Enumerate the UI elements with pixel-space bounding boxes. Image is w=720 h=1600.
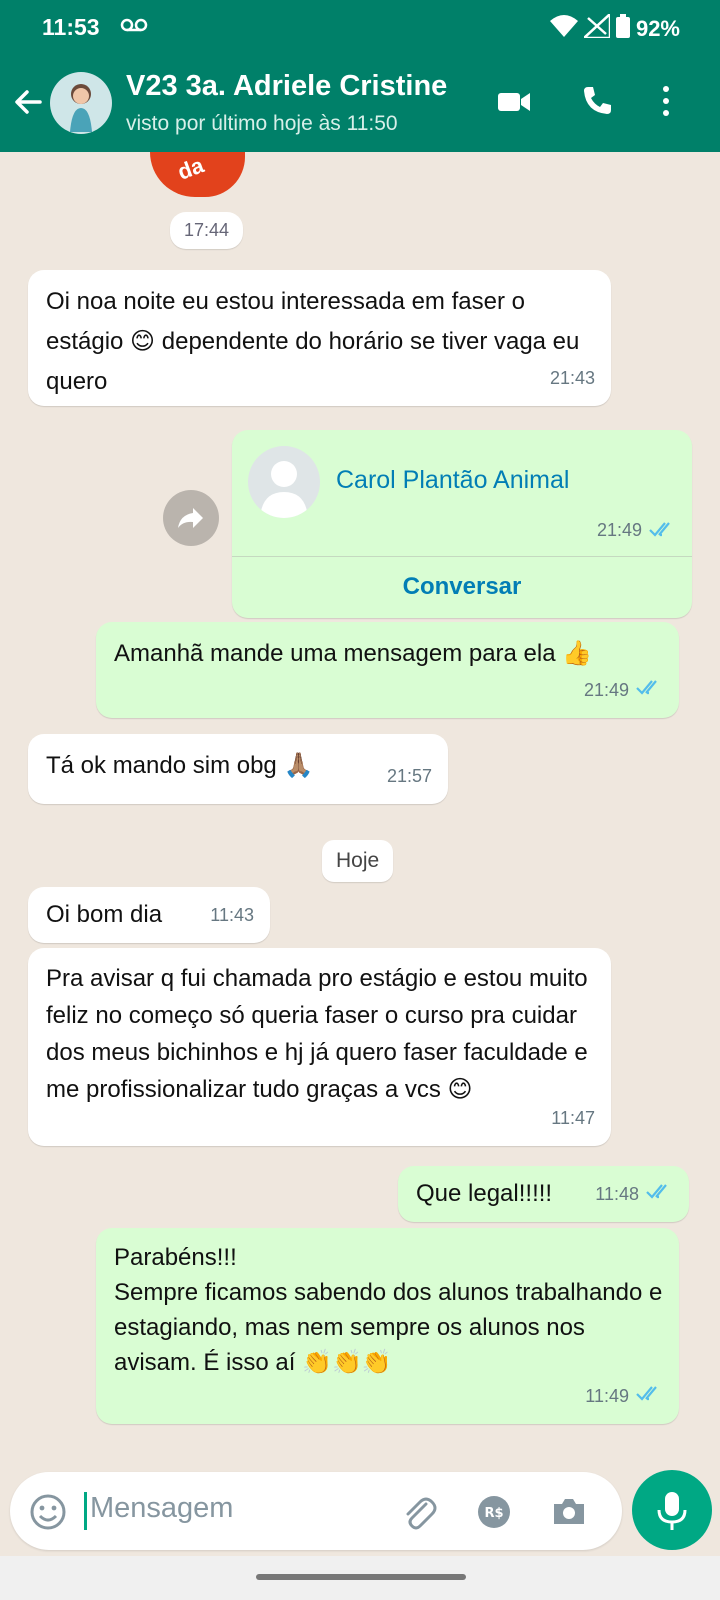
more-options-icon[interactable] [660, 84, 672, 123]
home-gesture-handle[interactable] [256, 1574, 466, 1580]
message-text: Que legal!!!!! [416, 1180, 553, 1207]
message-meta: 11:43 [210, 895, 254, 935]
message-time: 11:47 [551, 1108, 595, 1128]
message-text: Oi bom dia [46, 901, 163, 928]
last-seen: visto por último hoje às 11:50 [126, 112, 398, 135]
message-text: Tá ok mando sim obg 🙏🏽 [46, 752, 314, 779]
voice-message-button[interactable] [632, 1470, 712, 1550]
message-time: 11:43 [210, 905, 254, 925]
message-bubble-incoming[interactable]: Tá ok mando sim obg 🙏🏽 21:57 [28, 734, 448, 804]
contact-card-name: Carol Plantão Animal [336, 466, 570, 494]
message-time: 21:43 [549, 368, 595, 388]
sticker-text: da [174, 152, 208, 185]
signal-icon [580, 11, 612, 44]
date-divider: Hoje [322, 840, 394, 882]
status-bar: 11:53 92% [0, 0, 720, 56]
message-bubble-incoming[interactable]: Oi bom dia 11:43 [28, 887, 270, 943]
back-arrow-icon[interactable] [12, 86, 44, 123]
message-time: 21:49 [596, 520, 642, 540]
attach-icon[interactable] [400, 1494, 438, 1537]
contact-avatar[interactable] [50, 72, 112, 134]
sticker-message[interactable]: da [150, 152, 245, 197]
chat-with-contact-button[interactable]: Conversar [232, 556, 692, 618]
message-time: 11:48 [595, 1184, 639, 1204]
text-caret [84, 1492, 87, 1530]
message-text: Oi noa noite eu estou interessada em fas… [46, 288, 580, 395]
status-time: 11:53 [42, 14, 100, 40]
message-bubble-outgoing[interactable]: Que legal!!!!! 11:48 [398, 1166, 689, 1222]
message-bubble-incoming[interactable]: Pra avisar q fui chamada pro estágio e e… [28, 948, 611, 1146]
contact-card-avatar [248, 446, 320, 518]
battery-percent: 92% [635, 16, 680, 41]
message-meta: 21:49 [597, 520, 676, 543]
message-time: 21:57 [386, 766, 432, 786]
read-ticks-icon [648, 520, 676, 543]
message-meta: 21:57 [387, 756, 432, 796]
payment-icon[interactable]: R$ [476, 1494, 512, 1535]
message-text: Pra avisar q fui chamada pro estágio e e… [46, 965, 588, 1103]
forward-button[interactable] [163, 490, 219, 546]
microphone-icon [657, 1492, 687, 1530]
read-ticks-icon [635, 670, 663, 710]
message-bubble-outgoing[interactable]: Amanhã mande uma mensagem para ela 👍 21:… [96, 622, 679, 718]
message-meta: 21:43 [550, 358, 595, 398]
voicemail-icon [120, 18, 148, 37]
message-time: 11:49 [585, 1386, 629, 1406]
message-input[interactable]: Mensagem [90, 1492, 233, 1525]
message-bubble-incoming[interactable]: Oi noa noite eu estou interessada em fas… [28, 270, 611, 406]
sticker-timestamp: 17:44 [170, 212, 244, 249]
emoji-icon[interactable] [28, 1492, 68, 1537]
message-meta: 21:49 [584, 670, 663, 710]
contact-card-message[interactable]: Carol Plantão Animal 21:49 Conversar [232, 430, 692, 618]
read-ticks-icon [645, 1174, 673, 1214]
message-meta: 11:49 [585, 1376, 663, 1416]
message-text: Parabéns!!! Sempre ficamos sabendo dos a… [114, 1244, 663, 1376]
contact-name[interactable]: V23 3a. Adriele Cristine [126, 70, 447, 103]
voice-call-icon[interactable] [580, 84, 614, 123]
battery-icon [615, 14, 630, 44]
chat-header: V23 3a. Adriele Cristine visto por últim… [0, 56, 720, 152]
message-composer: Mensagem R$ [10, 1472, 622, 1550]
read-ticks-icon [635, 1376, 663, 1416]
system-navigation-bar [0, 1556, 720, 1600]
svg-text:R$: R$ [484, 1506, 503, 1521]
message-list[interactable]: da 17:44 Oi noa noite eu estou interessa… [0, 152, 720, 1464]
wifi-icon [549, 15, 578, 43]
message-bubble-outgoing[interactable]: Parabéns!!! Sempre ficamos sabendo dos a… [96, 1228, 679, 1424]
message-text: Amanhã mande uma mensagem para ela 👍 [114, 640, 593, 667]
video-call-icon[interactable] [496, 84, 532, 125]
camera-icon[interactable] [550, 1494, 588, 1535]
message-time: 21:49 [583, 680, 629, 700]
message-meta: 11:48 [595, 1174, 673, 1214]
message-meta: 11:47 [551, 1098, 595, 1138]
